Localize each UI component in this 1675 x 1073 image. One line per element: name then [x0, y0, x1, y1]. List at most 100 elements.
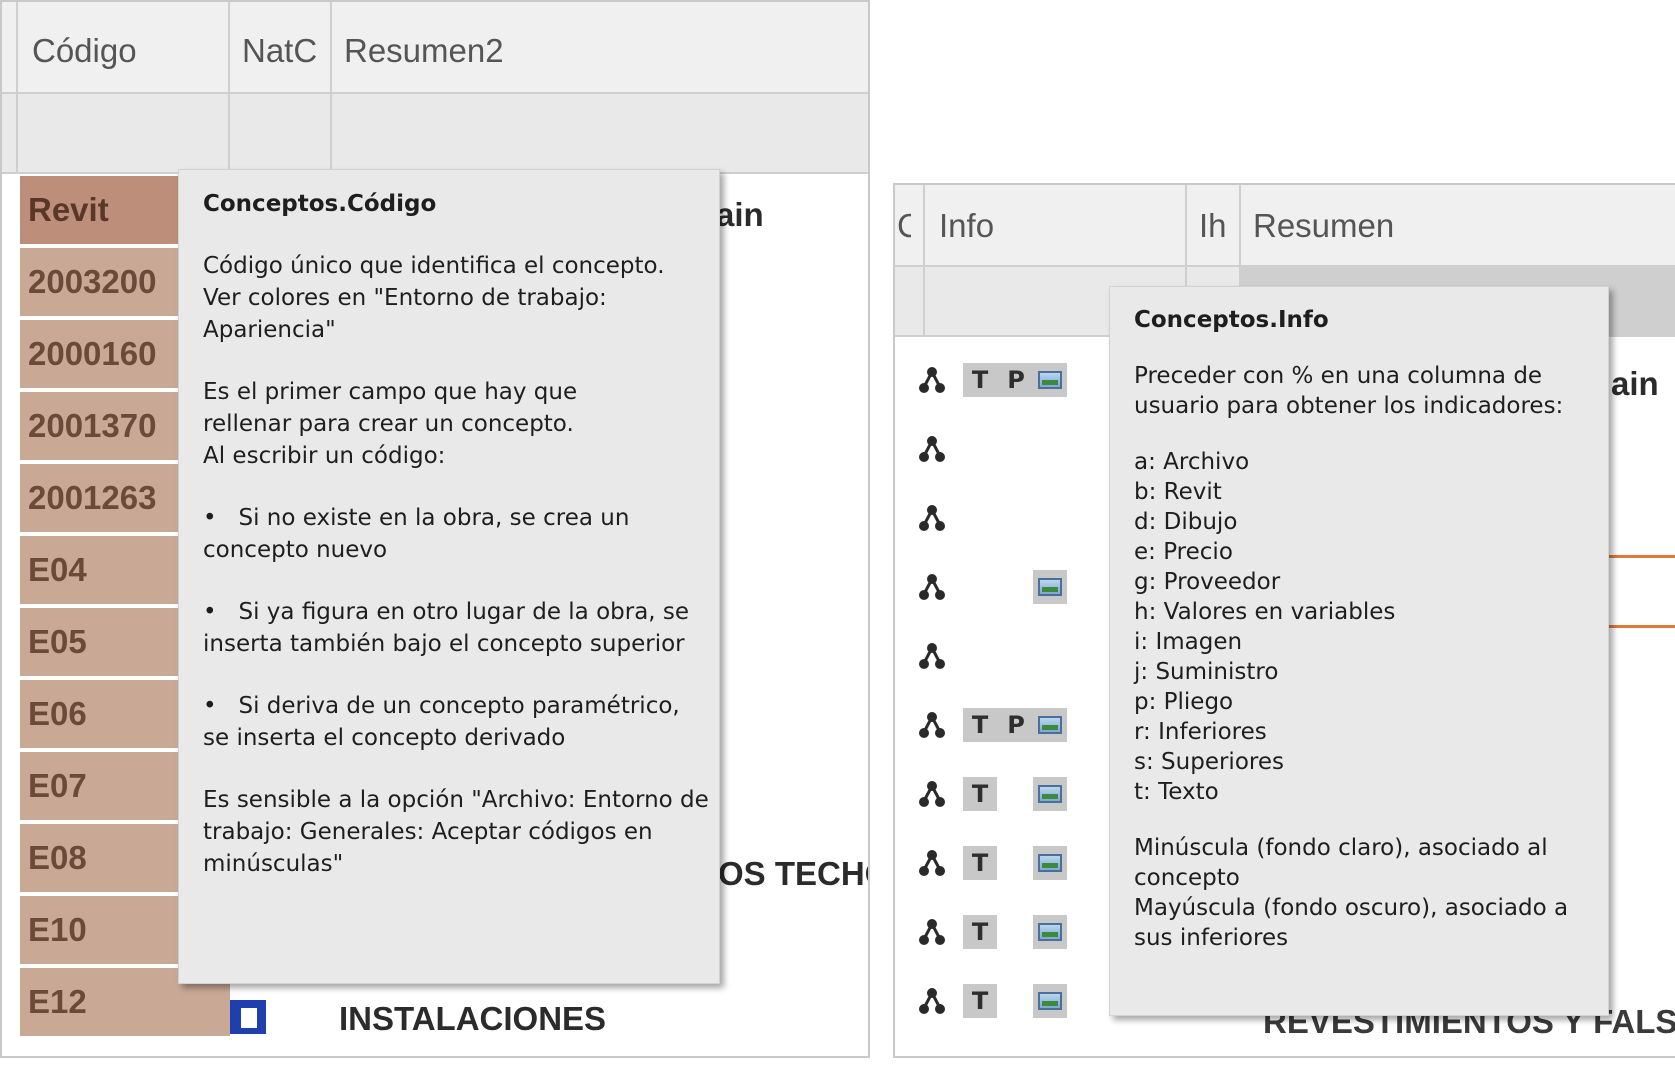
tooltip-title: Conceptos.Código	[203, 191, 437, 217]
info-row[interactable]: T	[917, 844, 1077, 884]
left-grid-panel: Código NatC Resumen2 Revit 2003200 2000160…	[0, 0, 870, 1058]
tree-structure-icon	[917, 917, 947, 947]
indicator-list: a: Archivo b: Revit d: Dibujo e: Precio g: P…	[1134, 447, 1598, 807]
tooltip-paragraph: rellenar para crear un concepto.	[203, 411, 574, 437]
text-indicator: T	[963, 915, 997, 949]
summary-text-partial: OS TECHO	[718, 855, 868, 892]
tooltip-paragraph: Código único que identifica el concepto.…	[203, 253, 665, 343]
text-indicator: T	[963, 777, 997, 811]
col-divider	[228, 2, 230, 172]
indicator-item: i: Imagen	[1134, 629, 1243, 655]
tooltip-paragraph: usuario para obtener los indicadores:	[1134, 393, 1564, 419]
column-header-info[interactable]: Info	[939, 207, 994, 245]
text-indicator: T	[963, 363, 997, 397]
text-indicator: T	[963, 708, 997, 742]
tooltip-bullet-text: Si ya figura en otro lugar de la obra, s…	[203, 599, 690, 657]
tooltip-bullet-text: Si deriva de un concepto paramétrico, se…	[203, 693, 680, 751]
indicator-item: h: Valores en variables	[1134, 599, 1396, 625]
tooltip-paragraph: Preceder con % en una columna de	[1134, 363, 1543, 389]
col-divider	[330, 2, 332, 172]
text-indicator: T	[963, 984, 997, 1018]
info-row[interactable]	[917, 637, 1077, 677]
tooltip-conceptos-info: Conceptos.Info Preceder con % en una col…	[1109, 286, 1609, 1016]
col-divider	[16, 2, 18, 172]
code-cell[interactable]: E10	[20, 896, 178, 964]
image-indicator-icon	[1033, 708, 1067, 742]
indicator-item: s: Superiores	[1134, 749, 1284, 775]
indicator-item: a: Archivo	[1134, 449, 1250, 475]
header-divider	[2, 92, 868, 94]
tooltip-paragraph: sus inferiores	[1134, 925, 1289, 951]
tree-structure-icon	[917, 503, 947, 533]
code-cell[interactable]: E05	[20, 608, 178, 676]
summary-text-partial: ain	[1611, 365, 1659, 402]
code-cell[interactable]: 2000160	[20, 320, 178, 388]
code-cell[interactable]: E07	[20, 752, 178, 820]
right-grid-panel: C Info Ih Resumen TPTPTTTT ain REVESTIMI…	[893, 183, 1675, 1058]
column-header-resumen2[interactable]: Resumen2	[344, 32, 504, 70]
info-row[interactable]: T	[917, 913, 1077, 953]
indicator-item: d: Dibujo	[1134, 509, 1238, 535]
tree-structure-icon	[917, 710, 947, 740]
indicator-item: t: Texto	[1134, 779, 1219, 805]
summary-text-partial: ain	[716, 196, 764, 233]
tooltip-paragraph: Es sensible a la opción "Archivo: Entorn…	[203, 787, 709, 877]
indicator-item: r: Inferiores	[1134, 719, 1267, 745]
indicator-item: b: Revit	[1134, 479, 1222, 505]
tree-structure-icon	[917, 986, 947, 1016]
tree-structure-icon	[917, 779, 947, 809]
tree-structure-icon	[917, 365, 947, 395]
info-row[interactable]	[917, 568, 1077, 608]
info-row[interactable]: TP	[917, 361, 1077, 401]
text-indicator: T	[963, 846, 997, 880]
code-cell[interactable]: 2003200	[20, 248, 178, 316]
filter-row	[2, 92, 868, 172]
column-header-natc[interactable]: NatC	[242, 32, 317, 70]
indicator-item: j: Suministro	[1134, 659, 1279, 685]
info-row[interactable]: TP	[917, 706, 1077, 746]
tooltip-paragraph: Es el primer campo que hay que	[203, 379, 578, 405]
code-cell[interactable]: E06	[20, 680, 178, 748]
code-cell[interactable]: E08	[20, 824, 178, 892]
tooltip-paragraph: concepto	[1134, 865, 1240, 891]
image-indicator-icon	[1033, 984, 1067, 1018]
tooltip-bullet: • Si deriva de un concepto paramétrico, …	[203, 693, 680, 751]
image-indicator-icon	[1033, 777, 1067, 811]
pliego-indicator: P	[999, 708, 1033, 742]
image-indicator-icon	[1033, 915, 1067, 949]
column-header-ih[interactable]: Ih	[1199, 207, 1227, 245]
header-divider	[895, 265, 1675, 267]
image-indicator-icon	[1033, 570, 1067, 604]
column-header-codigo[interactable]: Código	[32, 32, 137, 70]
code-cell[interactable]: E04	[20, 536, 178, 604]
col-divider	[923, 185, 925, 335]
tree-structure-icon	[917, 572, 947, 602]
tooltip-paragraph: Al escribir un código:	[203, 443, 446, 469]
image-indicator-icon	[1033, 363, 1067, 397]
indicator-item: g: Proveedor	[1134, 569, 1281, 595]
indicator-item: e: Precio	[1134, 539, 1233, 565]
tooltip-conceptos-codigo: Conceptos.Código Código único que identi…	[178, 169, 720, 984]
info-row[interactable]: T	[917, 982, 1077, 1022]
tooltip-bullet-text: Si no existe en la obra, se crea un conc…	[203, 505, 630, 563]
tree-structure-icon	[917, 848, 947, 878]
code-cell[interactable]: 2001263	[20, 464, 178, 532]
tree-structure-icon	[917, 641, 947, 671]
tooltip-bullet: • Si ya figura en otro lugar de la obra,…	[203, 599, 690, 657]
image-indicator-icon	[1033, 846, 1067, 880]
column-header-c[interactable]: C	[897, 207, 911, 245]
info-row[interactable]	[917, 499, 1077, 539]
tree-structure-icon	[917, 434, 947, 464]
column-header-resumen[interactable]: Resumen	[1253, 207, 1394, 245]
code-cell[interactable]: Revit	[20, 176, 178, 244]
tooltip-title: Conceptos.Info	[1134, 307, 1329, 333]
tooltip-bullet: • Si no existe en la obra, se crea un co…	[203, 505, 630, 563]
summary-text-instalaciones: INSTALACIONES	[339, 1000, 607, 1037]
document-icon[interactable]	[230, 1000, 266, 1034]
info-row[interactable]: T	[917, 775, 1077, 815]
code-cell[interactable]: 2001370	[20, 392, 178, 460]
tooltip-paragraph: Mayúscula (fondo oscuro), asociado a	[1134, 895, 1569, 921]
tooltip-paragraph: Minúscula (fondo claro), asociado al	[1134, 835, 1548, 861]
indicator-item: p: Pliego	[1134, 689, 1234, 715]
info-row[interactable]	[917, 430, 1077, 470]
